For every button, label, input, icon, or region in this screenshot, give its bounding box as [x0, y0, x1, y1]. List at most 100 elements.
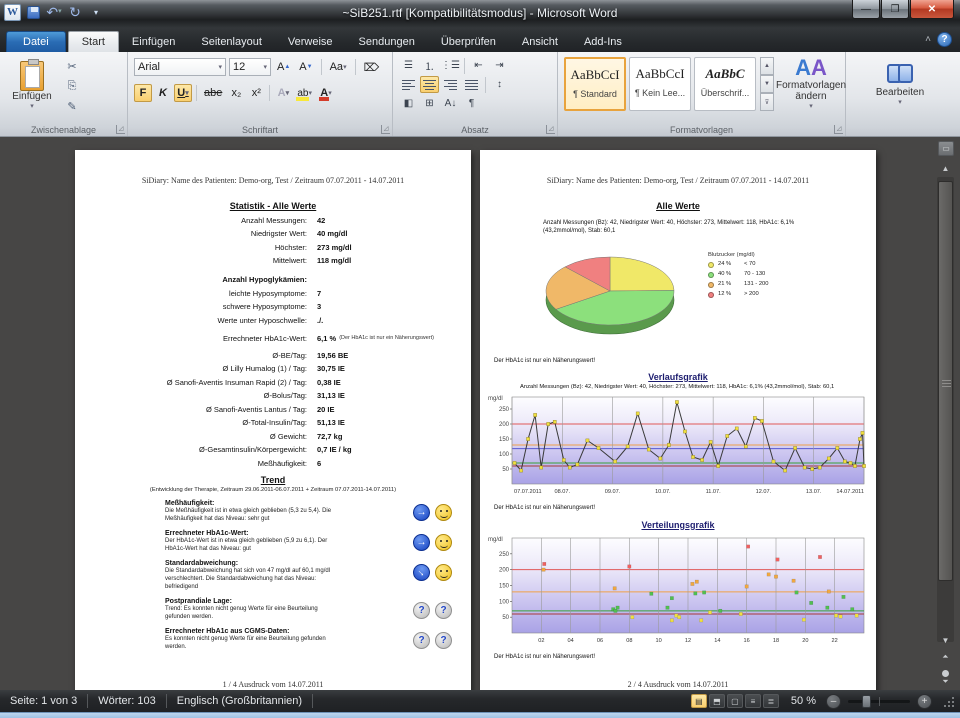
print-layout-icon[interactable]: ▤: [691, 694, 707, 708]
document-page-2[interactable]: SiDiary: Name des Patienten: Demo-org, T…: [480, 150, 876, 690]
zoom-slider[interactable]: [848, 700, 910, 703]
page1-footer: 1 / 4 Ausdruck vom 14.07.2011: [75, 680, 471, 689]
bold-button[interactable]: F: [134, 84, 152, 102]
question-icon: ?: [413, 602, 430, 619]
highlight-color-icon[interactable]: ab▾: [294, 84, 315, 102]
tab-verweise[interactable]: Verweise: [275, 32, 346, 52]
document-page-1[interactable]: SiDiary: Name des Patienten: Demo-org, T…: [75, 150, 471, 690]
borders-icon[interactable]: ⊞: [420, 95, 439, 112]
change-styles-button[interactable]: AA Formatvorlagen ändern ▾: [780, 56, 842, 120]
previous-page-icon[interactable]: ⏶: [937, 649, 954, 664]
resize-grip[interactable]: [942, 695, 954, 707]
stat-label: Ø Sanofi-Aventis Lantus / Tag:: [75, 405, 307, 414]
underline-button[interactable]: U▾: [174, 84, 192, 102]
tab-seitenlayout[interactable]: Seitenlayout: [188, 32, 275, 52]
style-item-3[interactable]: AaBbCÜberschrif...: [694, 57, 756, 111]
stat-label: Ø-Total-Insulin/Tag:: [75, 418, 307, 427]
svg-text:200: 200: [499, 567, 510, 573]
cut-icon[interactable]: ✂: [62, 58, 82, 74]
align-center-icon[interactable]: [420, 76, 439, 93]
superscript-button[interactable]: x²: [247, 84, 265, 102]
tab-start[interactable]: Start: [68, 31, 119, 52]
zoom-in-icon[interactable]: +: [917, 694, 932, 709]
ruler-toggle-icon[interactable]: ▭: [938, 141, 954, 156]
numbering-icon[interactable]: ⒈: [420, 57, 439, 74]
sort-icon[interactable]: A↓: [441, 95, 460, 112]
minimize-button[interactable]: —: [852, 0, 880, 19]
next-page-icon[interactable]: ⏷: [937, 674, 954, 689]
grow-font-icon[interactable]: A▲: [274, 58, 293, 76]
change-case-icon[interactable]: Aa▾: [327, 58, 350, 76]
scroll-down-icon[interactable]: ▼: [937, 633, 954, 648]
strikethrough-button[interactable]: abe: [201, 84, 225, 102]
subscript-button[interactable]: x₂: [227, 84, 245, 102]
language-indicator[interactable]: Englisch (Großbritannien): [167, 695, 312, 707]
multilevel-list-icon[interactable]: ⋮☰: [441, 57, 460, 74]
font-dialog-launcher-icon[interactable]: ◿: [381, 125, 390, 134]
zoom-slider-thumb[interactable]: [862, 695, 871, 708]
shrink-font-icon[interactable]: A▼: [296, 58, 315, 76]
zoom-level[interactable]: 50 %: [791, 695, 816, 707]
styles-gallery-more-icon[interactable]: ⊽: [760, 93, 774, 111]
scrollbar-track[interactable]: [937, 177, 954, 642]
svg-text:250: 250: [499, 407, 510, 413]
shading-icon[interactable]: ◧: [399, 95, 418, 112]
stat-row: Ø-Bolus/Tag:31,13 IE: [75, 391, 471, 400]
legend-entry: 40 %70 - 130: [708, 271, 769, 278]
indent-decrease-icon[interactable]: ⇤: [469, 57, 488, 74]
scroll-up-icon[interactable]: ▲: [937, 161, 954, 176]
page-indicator[interactable]: Seite: 1 von 3: [0, 695, 87, 707]
bullets-icon[interactable]: ☰: [399, 57, 418, 74]
paste-dropdown-icon[interactable]: ▾: [30, 102, 34, 110]
indent-increase-icon[interactable]: ⇥: [490, 57, 509, 74]
trend-item: Errechneter HbA1c-Wert:Der HbA1c-Wert is…: [165, 530, 400, 553]
style-item-2[interactable]: AaBbCcI¶ Kein Lee...: [629, 57, 691, 111]
font-size-combobox[interactable]: 12▾: [229, 58, 271, 76]
justify-icon[interactable]: [462, 76, 481, 93]
style-item-1[interactable]: AaBbCcI¶ Standard: [564, 57, 626, 111]
word-count[interactable]: Wörter: 103: [88, 695, 165, 707]
pilcrow-icon[interactable]: ¶: [462, 95, 481, 112]
styles-dialog-launcher-icon[interactable]: ◿: [834, 125, 843, 134]
stat-row: Niedrigster Wert:40 mg/dl: [75, 229, 471, 238]
text-effects-icon[interactable]: A▾: [274, 84, 292, 102]
zoom-out-icon[interactable]: –: [826, 694, 841, 709]
close-button[interactable]: ✕: [910, 0, 954, 19]
web-layout-icon[interactable]: ▢: [727, 694, 743, 708]
page2-header: SiDiary: Name des Patienten: Demo-org, T…: [480, 176, 876, 185]
window-controls: — ❐ ✕: [851, 0, 954, 19]
clear-formatting-icon[interactable]: ⌦: [361, 58, 383, 76]
help-icon[interactable]: ?: [937, 32, 952, 47]
legend-swatch: [708, 262, 714, 268]
tab-sendungen[interactable]: Sendungen: [346, 32, 428, 52]
clipboard-dialog-launcher-icon[interactable]: ◿: [116, 125, 125, 134]
tab-berprfen[interactable]: Überprüfen: [428, 32, 509, 52]
fullscreen-reading-icon[interactable]: ⬒: [709, 694, 725, 708]
paste-button[interactable]: Einfügen ▾: [8, 57, 56, 119]
draft-icon[interactable]: ≣: [763, 694, 779, 708]
font-color-icon[interactable]: A▾: [317, 84, 335, 102]
question-icon: ?: [435, 602, 452, 619]
align-left-icon[interactable]: [399, 76, 418, 93]
legend-range: > 200: [744, 291, 759, 297]
editing-button[interactable]: Bearbeiten ▾: [864, 58, 936, 106]
collapse-ribbon-icon[interactable]: ˄: [925, 34, 931, 45]
outline-icon[interactable]: ≡: [745, 694, 761, 708]
paragraph-dialog-launcher-icon[interactable]: ◿: [546, 125, 555, 134]
restore-button[interactable]: ❐: [881, 0, 909, 19]
styles-scroll-down-icon[interactable]: ▼: [760, 75, 774, 93]
line-spacing-icon[interactable]: ↕: [490, 76, 509, 93]
font-family-combobox[interactable]: Arial▾: [134, 58, 226, 76]
tab-einfgen[interactable]: Einfügen: [119, 32, 188, 52]
align-right-icon[interactable]: [441, 76, 460, 93]
svg-text:18: 18: [773, 638, 779, 644]
tab-datei[interactable]: Datei: [6, 31, 66, 52]
format-painter-icon[interactable]: ✎: [62, 98, 82, 114]
scrollbar-thumb[interactable]: [938, 181, 953, 581]
italic-button[interactable]: K: [154, 84, 172, 102]
ribbon: Einfügen ▾ ✂⎘✎ Zwischenablage ◿ Arial▾ 1…: [0, 52, 960, 137]
styles-scroll-up-icon[interactable]: ▲: [760, 57, 774, 75]
tab-ansicht[interactable]: Ansicht: [509, 32, 571, 52]
copy-icon[interactable]: ⎘: [62, 78, 82, 94]
tab-addins[interactable]: Add-Ins: [571, 32, 635, 52]
